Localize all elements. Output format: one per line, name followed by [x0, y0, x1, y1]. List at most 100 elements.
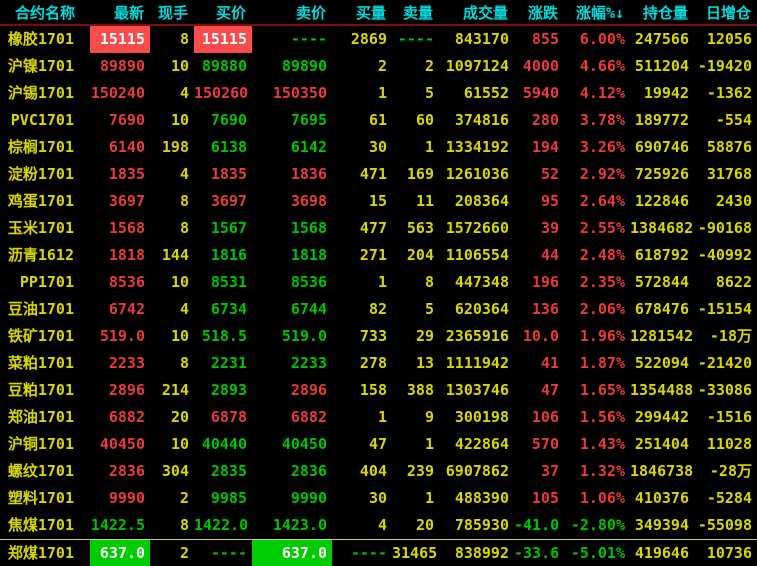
cell-ask_vol[interactable]: 169 [392, 161, 439, 188]
cell-name[interactable]: 沪镍1701 [0, 53, 90, 80]
cell-open_interest[interactable]: 1384682 [630, 215, 694, 242]
cell-bid[interactable]: 6138 [194, 134, 252, 161]
cell-bid[interactable]: 1816 [194, 242, 252, 269]
cell-cur_vol[interactable]: 304 [150, 458, 194, 485]
cell-last[interactable]: 637.0 [90, 540, 150, 566]
cell-open_interest[interactable]: 618792 [630, 242, 694, 269]
cell-change[interactable]: 52 [514, 161, 564, 188]
cell-ask[interactable]: 8536 [252, 269, 332, 296]
cell-day_inc[interactable]: -33086 [694, 377, 757, 404]
cell-bid_vol[interactable]: 47 [332, 431, 392, 458]
cell-cur_vol[interactable]: 2 [150, 485, 194, 512]
cell-change[interactable]: 105 [514, 485, 564, 512]
cell-total_vol[interactable]: 6907862 [439, 458, 514, 485]
cell-day_inc[interactable]: -28万 [694, 458, 757, 485]
cell-cur_vol[interactable]: 10 [150, 53, 194, 80]
cell-bid_vol[interactable]: 15 [332, 188, 392, 215]
cell-change_pct[interactable]: 1.56% [564, 404, 630, 431]
cell-cur_vol[interactable]: 8 [150, 512, 194, 540]
cell-bid[interactable]: 89880 [194, 53, 252, 80]
cell-total_vol[interactable]: 1572660 [439, 215, 514, 242]
cell-bid[interactable]: 518.5 [194, 323, 252, 350]
cell-cur_vol[interactable]: 8 [150, 188, 194, 215]
quote-row-豆粕1701[interactable]: 豆粕17012896214289328961583881303746471.65… [0, 377, 757, 404]
cell-change[interactable]: 44 [514, 242, 564, 269]
cell-open_interest[interactable]: 1846738 [630, 458, 694, 485]
cell-cur_vol[interactable]: 10 [150, 323, 194, 350]
quote-row-郑煤1701[interactable]: 郑煤1701637.02----637.0----31465838992-33.… [0, 540, 757, 566]
cell-total_vol[interactable]: 1106554 [439, 242, 514, 269]
cell-name[interactable]: 郑煤1701 [0, 540, 90, 566]
cell-bid[interactable]: 8531 [194, 269, 252, 296]
cell-name[interactable]: 沪铜1701 [0, 431, 90, 458]
cell-open_interest[interactable]: 725926 [630, 161, 694, 188]
cell-name[interactable]: 棕榈1701 [0, 134, 90, 161]
cell-day_inc[interactable]: -90168 [694, 215, 757, 242]
cell-day_inc[interactable]: 2430 [694, 188, 757, 215]
cell-change_pct[interactable]: 1.06% [564, 485, 630, 512]
column-header-name[interactable]: 合约名称 [0, 0, 90, 25]
cell-change_pct[interactable]: 2.06% [564, 296, 630, 323]
cell-day_inc[interactable]: -55098 [694, 512, 757, 540]
cell-name[interactable]: 鸡蛋1701 [0, 188, 90, 215]
cell-change_pct[interactable]: 2.55% [564, 215, 630, 242]
cell-ask[interactable]: 637.0 [252, 540, 332, 566]
cell-last[interactable]: 40450 [90, 431, 150, 458]
cell-change[interactable]: 4000 [514, 53, 564, 80]
cell-last[interactable]: 89890 [90, 53, 150, 80]
cell-ask_vol[interactable]: 563 [392, 215, 439, 242]
cell-name[interactable]: PP1701 [0, 269, 90, 296]
cell-name[interactable]: 淀粉1701 [0, 161, 90, 188]
cell-bid[interactable]: 2893 [194, 377, 252, 404]
cell-total_vol[interactable]: 488390 [439, 485, 514, 512]
cell-change_pct[interactable]: 2.48% [564, 242, 630, 269]
cell-ask[interactable]: 3698 [252, 188, 332, 215]
cell-bid[interactable]: 40440 [194, 431, 252, 458]
cell-ask[interactable]: 2896 [252, 377, 332, 404]
cell-day_inc[interactable]: -18万 [694, 323, 757, 350]
cell-last[interactable]: 2836 [90, 458, 150, 485]
cell-ask[interactable]: 150350 [252, 80, 332, 107]
cell-ask_vol[interactable]: 239 [392, 458, 439, 485]
cell-bid[interactable]: 3697 [194, 188, 252, 215]
cell-change[interactable]: 95 [514, 188, 564, 215]
cell-ask_vol[interactable]: 60 [392, 107, 439, 134]
cell-open_interest[interactable]: 511204 [630, 53, 694, 80]
cell-cur_vol[interactable]: 10 [150, 269, 194, 296]
cell-total_vol[interactable]: 374816 [439, 107, 514, 134]
cell-bid[interactable]: 2231 [194, 350, 252, 377]
cell-bid[interactable]: 15115 [194, 25, 252, 53]
cell-ask_vol[interactable]: 8 [392, 269, 439, 296]
quote-row-螺纹1701[interactable]: 螺纹17012836304283528364042396907862371.32… [0, 458, 757, 485]
cell-change[interactable]: 39 [514, 215, 564, 242]
cell-bid_vol[interactable]: 2 [332, 53, 392, 80]
cell-cur_vol[interactable]: 10 [150, 431, 194, 458]
cell-change[interactable]: 136 [514, 296, 564, 323]
cell-name[interactable]: 沪锡1701 [0, 80, 90, 107]
cell-last[interactable]: 150240 [90, 80, 150, 107]
cell-cur_vol[interactable]: 10 [150, 107, 194, 134]
cell-change_pct[interactable]: 1.65% [564, 377, 630, 404]
cell-day_inc[interactable]: 31768 [694, 161, 757, 188]
cell-change_pct[interactable]: -2.80% [564, 512, 630, 540]
cell-total_vol[interactable]: 422864 [439, 431, 514, 458]
cell-bid_vol[interactable]: 4 [332, 512, 392, 540]
cell-ask[interactable]: 9990 [252, 485, 332, 512]
cell-bid_vol[interactable]: 1 [332, 80, 392, 107]
cell-ask[interactable]: 6744 [252, 296, 332, 323]
column-header-open_interest[interactable]: 持仓量 [630, 0, 694, 25]
cell-bid_vol[interactable]: 30 [332, 485, 392, 512]
cell-day_inc[interactable]: -1362 [694, 80, 757, 107]
column-header-cur_vol[interactable]: 现手 [150, 0, 194, 25]
cell-day_inc[interactable]: -5284 [694, 485, 757, 512]
cell-ask[interactable]: 1836 [252, 161, 332, 188]
cell-ask[interactable]: 2836 [252, 458, 332, 485]
cell-bid_vol[interactable]: 30 [332, 134, 392, 161]
cell-total_vol[interactable]: 1303746 [439, 377, 514, 404]
cell-bid[interactable]: 1835 [194, 161, 252, 188]
quote-row-PVC1701[interactable]: PVC17017690107690769561603748162803.78%1… [0, 107, 757, 134]
cell-change[interactable]: 37 [514, 458, 564, 485]
cell-ask_vol[interactable]: 29 [392, 323, 439, 350]
cell-change_pct[interactable]: 1.87% [564, 350, 630, 377]
cell-day_inc[interactable]: 8622 [694, 269, 757, 296]
